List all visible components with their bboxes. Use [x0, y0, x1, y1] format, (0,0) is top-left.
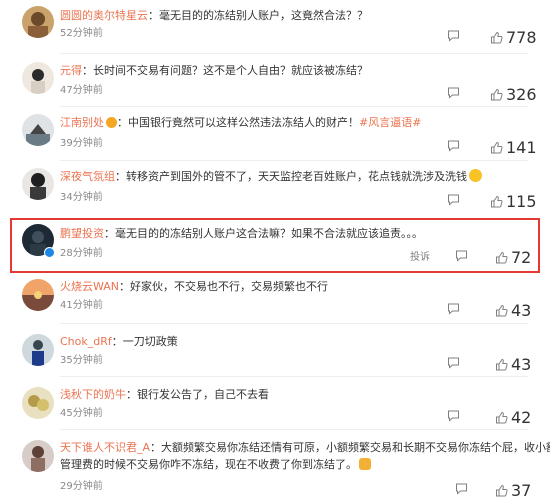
- username[interactable]: 江南别处: [60, 116, 104, 129]
- like-button[interactable]: 42: [495, 408, 531, 427]
- like-button[interactable]: 72: [495, 248, 531, 267]
- thumbs-up-icon: [490, 88, 503, 101]
- username[interactable]: Chok_dRf: [60, 335, 112, 348]
- comment-text: 一刀切政策: [122, 335, 178, 348]
- report-button[interactable]: 投诉: [410, 248, 430, 263]
- comment-icon: [455, 249, 468, 262]
- comment-time: 45分钟前: [60, 408, 103, 419]
- like-count: 115: [506, 192, 537, 211]
- like-count: 72: [511, 248, 532, 267]
- reply-button[interactable]: [447, 409, 460, 422]
- reply-button[interactable]: [447, 29, 460, 42]
- thumbs-up-icon: [490, 141, 503, 154]
- thumbs-up-icon: [490, 195, 503, 208]
- comment-text: 长时间不交易有问题？这不是个人自由？就应该被冻结？: [93, 64, 368, 77]
- username[interactable]: 深夜气氛组: [60, 170, 115, 183]
- comment-time: 28分钟前: [60, 248, 103, 259]
- divider: [60, 376, 528, 377]
- like-count: 43: [511, 301, 532, 320]
- like-count: 37: [511, 481, 532, 500]
- comment-time: 35分钟前: [60, 355, 103, 366]
- reply-button[interactable]: [447, 356, 460, 369]
- emoji-icon: [469, 169, 482, 182]
- thumbs-up-icon: [495, 304, 508, 317]
- like-count: 43: [511, 355, 532, 374]
- thumbs-down-emoji-icon: [359, 458, 371, 470]
- reply-button[interactable]: [455, 249, 468, 262]
- like-count: 141: [506, 138, 537, 157]
- comment-icon: [447, 409, 460, 422]
- username[interactable]: 浅秋下的奶牛: [60, 388, 126, 401]
- thumbs-up-icon: [495, 411, 508, 424]
- comment-icon: [447, 139, 460, 152]
- comment-icon: [447, 356, 460, 369]
- verified-badge-icon: [44, 247, 55, 258]
- comment-text: 转移资产到国外的管不了，天天监控老百姓账户，花点钱就洗涉及洗钱: [126, 170, 467, 183]
- comment-text: 好家伙，不交易也不行，交易频繁也不行: [130, 280, 329, 293]
- comment-time: 41分钟前: [60, 300, 103, 311]
- comment-text: 大额频繁交易你冻结还情有可原，小额频繁交易和长期不交易你冻结个屁，收小额: [161, 441, 550, 454]
- divider: [60, 53, 528, 54]
- comment-text: 毫无目的的冻结别人账户这合法嘛？如果不合法就应该追责。。。: [115, 227, 423, 240]
- comment-text: 毫无目的的冻结别人账户，这竟然合法？？: [159, 9, 368, 22]
- comment-icon: [447, 86, 460, 99]
- reply-button[interactable]: [447, 193, 460, 206]
- comment-time: 34分钟前: [60, 192, 103, 203]
- avatar[interactable]: [22, 334, 54, 366]
- avatar[interactable]: [22, 279, 54, 311]
- emoji-badge-icon: [106, 117, 117, 128]
- avatar[interactable]: [22, 6, 54, 38]
- thumbs-up-icon: [490, 31, 503, 44]
- divider: [60, 106, 528, 107]
- like-button[interactable]: 778: [490, 28, 537, 47]
- reply-button[interactable]: [447, 86, 460, 99]
- divider: [60, 323, 528, 324]
- like-button[interactable]: 43: [495, 355, 531, 374]
- username[interactable]: 火烧云WAN: [60, 280, 119, 293]
- username[interactable]: 圆圆的奥尔特星云: [60, 9, 148, 22]
- thumbs-up-icon: [495, 251, 508, 264]
- comment-icon: [447, 29, 460, 42]
- avatar[interactable]: [22, 62, 54, 94]
- divider: [60, 429, 528, 430]
- avatar[interactable]: [22, 387, 54, 419]
- like-count: 42: [511, 408, 532, 427]
- like-count: 326: [506, 85, 537, 104]
- username[interactable]: 鹏望投资: [60, 227, 104, 240]
- topic-tag[interactable]: #风言逼语#: [359, 116, 421, 129]
- avatar[interactable]: [22, 168, 54, 200]
- like-button[interactable]: 43: [495, 301, 531, 320]
- reply-button[interactable]: [455, 482, 468, 495]
- username[interactable]: 天下谁人不识君_A: [60, 441, 150, 454]
- thumbs-up-icon: [495, 358, 508, 371]
- like-button[interactable]: 141: [490, 138, 537, 157]
- avatar[interactable]: [22, 114, 54, 146]
- comment-time: 47分钟前: [60, 85, 103, 96]
- like-button[interactable]: 326: [490, 85, 537, 104]
- comment-icon: [447, 302, 460, 315]
- like-count: 778: [506, 28, 537, 47]
- like-button[interactable]: 37: [495, 481, 531, 500]
- comment-time: 39分钟前: [60, 138, 103, 149]
- avatar[interactable]: [22, 440, 54, 472]
- reply-button[interactable]: [447, 139, 460, 152]
- comment-text: 银行发公告了，自己不去看: [137, 388, 269, 401]
- divider: [60, 160, 528, 161]
- comment-icon: [447, 193, 460, 206]
- comment-text-continued: 管理费的时候不交易你咋不冻结，现在不收费了你到冻结了。: [60, 458, 357, 471]
- comment-icon: [455, 482, 468, 495]
- thumbs-up-icon: [495, 484, 508, 497]
- like-button[interactable]: 115: [490, 192, 537, 211]
- username[interactable]: 元得: [60, 64, 82, 77]
- comment-time: 52分钟前: [60, 28, 103, 39]
- reply-button[interactable]: [447, 302, 460, 315]
- comment-time: 29分钟前: [60, 481, 103, 492]
- comment-text: 中国银行竟然可以这样公然违法冻结人的财产！: [128, 116, 359, 129]
